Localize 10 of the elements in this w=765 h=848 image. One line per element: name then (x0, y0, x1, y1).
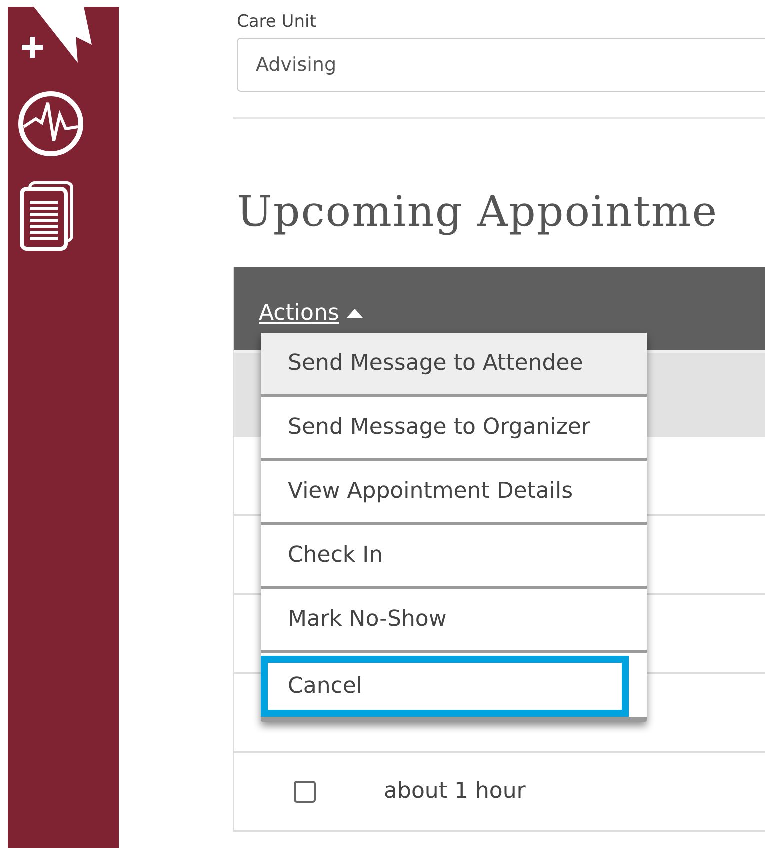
pulse-icon[interactable] (16, 89, 86, 159)
field-label: Care Unit (237, 12, 318, 34)
caret-up-icon (347, 309, 364, 318)
table-cell: about 1 hour (384, 779, 526, 804)
row-checkbox[interactable] (294, 780, 316, 802)
menu-item[interactable]: Cancel (261, 656, 629, 717)
section-title: Upcoming Appointme (237, 187, 720, 238)
actions-link[interactable]: Actions (259, 301, 364, 326)
menu-item[interactable]: Send Message to Attendee (261, 333, 647, 394)
care-unit-field[interactable]: Advising (237, 38, 765, 92)
